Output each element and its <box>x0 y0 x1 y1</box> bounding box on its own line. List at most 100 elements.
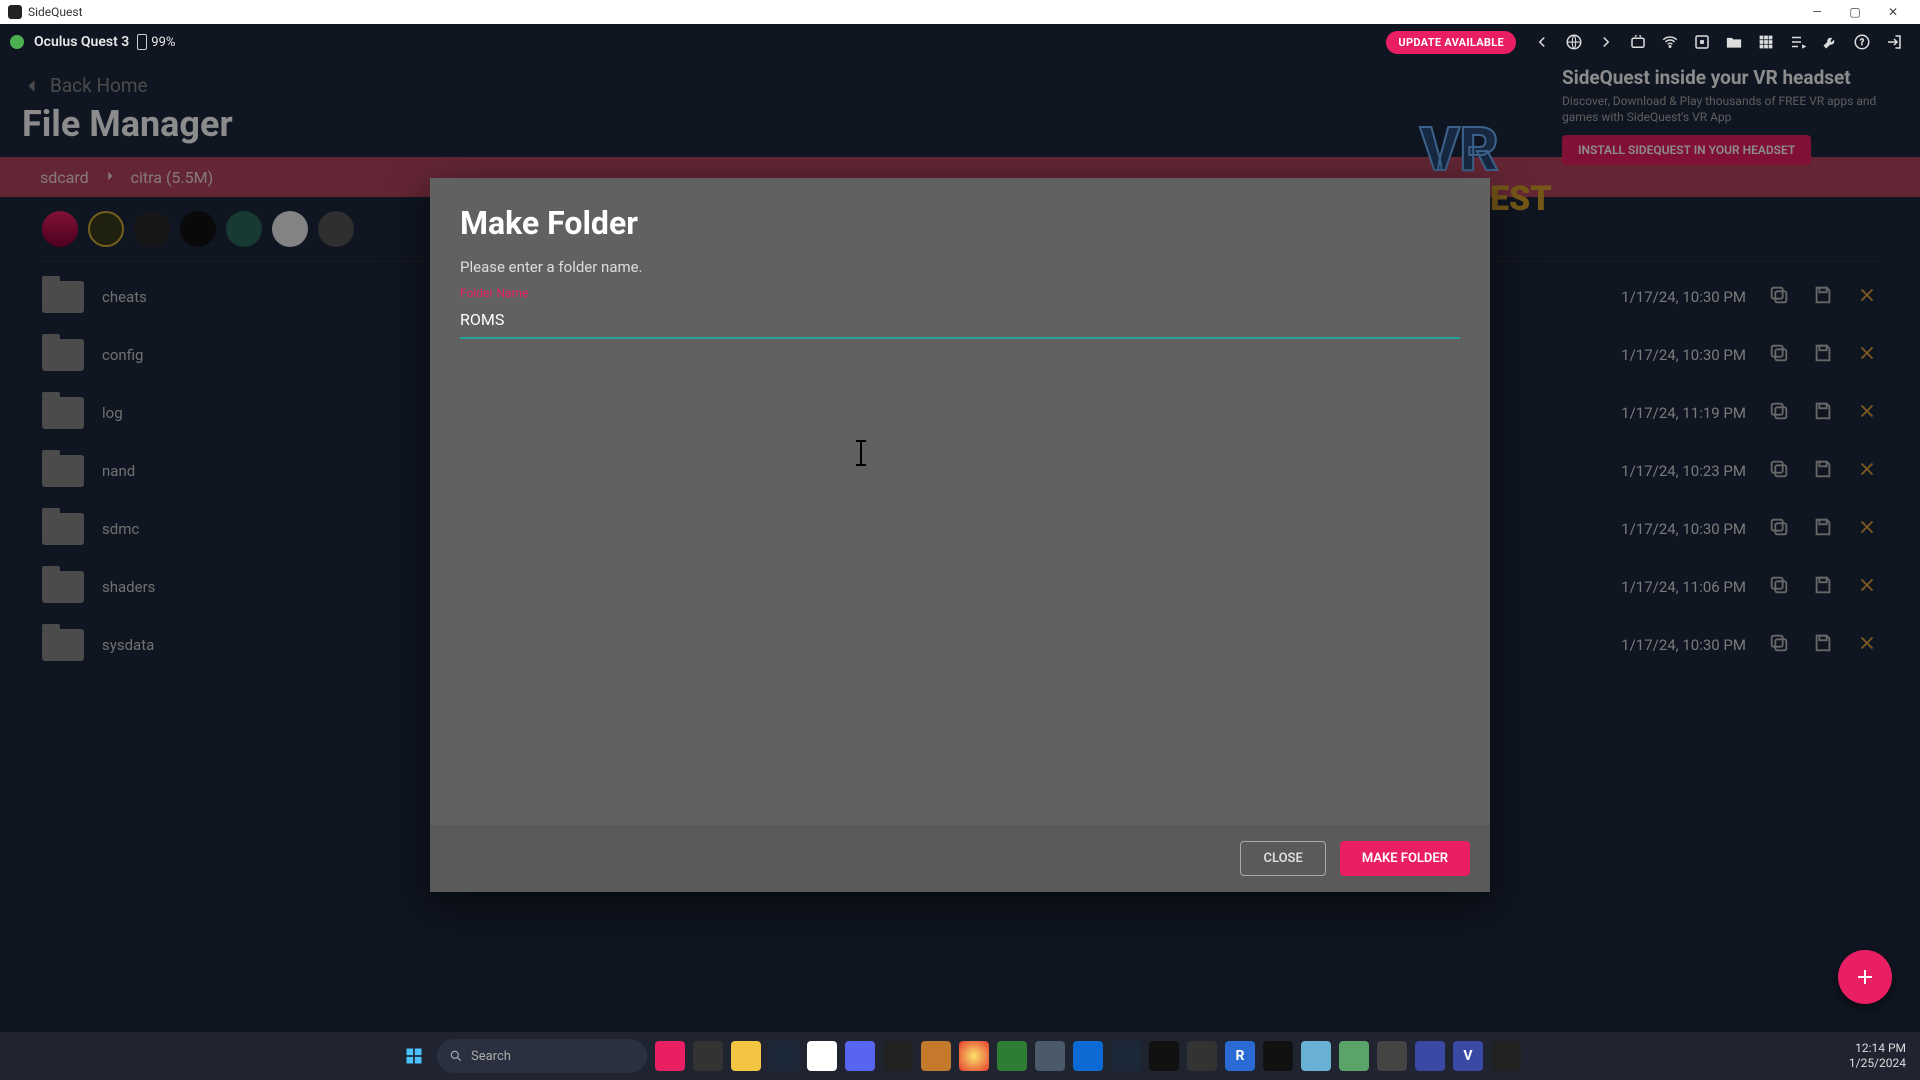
delete-icon[interactable] <box>1856 516 1878 542</box>
folder-icon <box>42 629 84 661</box>
taskbar-app-icon[interactable] <box>1415 1041 1445 1071</box>
battery-percent: 99% <box>151 35 175 50</box>
screenshot-icon[interactable] <box>1688 28 1716 56</box>
search-icon <box>449 1049 463 1063</box>
save-icon[interactable] <box>1812 284 1834 310</box>
save-icon[interactable] <box>1812 458 1834 484</box>
copy-icon[interactable] <box>1768 458 1790 484</box>
save-icon[interactable] <box>1812 632 1834 658</box>
wifi-icon[interactable] <box>1656 28 1684 56</box>
taskbar-app-icon[interactable]: V <box>1453 1041 1483 1071</box>
app-shortcut-icon[interactable] <box>318 211 354 247</box>
app-shortcut-icon[interactable] <box>88 211 124 247</box>
taskbar-app-icon[interactable] <box>845 1041 875 1071</box>
file-date: 1/17/24, 10:30 PM <box>1621 346 1746 364</box>
breadcrumb-current[interactable]: citra (5.5M) <box>131 168 214 187</box>
save-icon[interactable] <box>1812 400 1834 426</box>
app-toolbar: Oculus Quest 3 99% UPDATE AVAILABLE ? <box>0 24 1920 60</box>
delete-icon[interactable] <box>1856 400 1878 426</box>
taskbar-app-icon[interactable] <box>1301 1041 1331 1071</box>
taskbar-app-icon[interactable] <box>769 1041 799 1071</box>
chevron-left-icon <box>22 76 42 96</box>
maximize-button[interactable]: ▢ <box>1836 0 1874 24</box>
taskbar-search-placeholder: Search <box>471 1049 511 1064</box>
close-window-button[interactable]: ✕ <box>1874 0 1912 24</box>
make-folder-button[interactable]: MAKE FOLDER <box>1340 841 1470 876</box>
svg-text:?: ? <box>1860 38 1864 48</box>
close-button[interactable]: CLOSE <box>1240 841 1325 876</box>
taskbar-app-icon[interactable] <box>1263 1041 1293 1071</box>
wrench-icon[interactable] <box>1816 28 1844 56</box>
apps-grid-icon[interactable] <box>1752 28 1780 56</box>
taskbar-app-icon[interactable] <box>921 1041 951 1071</box>
window-title: SideQuest <box>28 5 83 19</box>
copy-icon[interactable] <box>1768 574 1790 600</box>
save-icon[interactable] <box>1812 574 1834 600</box>
system-clock[interactable]: 12:14 PM 1/25/2024 <box>1849 1041 1906 1071</box>
taskbar-app-icon[interactable] <box>1491 1041 1521 1071</box>
taskbar-app-icon[interactable] <box>997 1041 1027 1071</box>
nav-forward-icon[interactable] <box>1592 28 1620 56</box>
playlist-icon[interactable] <box>1784 28 1812 56</box>
breadcrumb-root[interactable]: sdcard <box>40 168 89 187</box>
app-shortcut-icon[interactable] <box>134 211 170 247</box>
plus-icon <box>1853 965 1877 989</box>
file-name: config <box>102 346 402 364</box>
app-shortcut-icon[interactable] <box>226 211 262 247</box>
taskbar-app-icon[interactable] <box>807 1041 837 1071</box>
copy-icon[interactable] <box>1768 516 1790 542</box>
promo-subtitle: Discover, Download & Play thousands of F… <box>1562 93 1902 125</box>
app-logo-icon <box>8 5 22 19</box>
taskbar-app-icon[interactable]: R <box>1225 1041 1255 1071</box>
taskbar-search[interactable]: Search <box>437 1039 647 1073</box>
help-icon[interactable]: ? <box>1848 28 1876 56</box>
minimize-button[interactable]: — <box>1798 0 1836 24</box>
clock-time: 12:14 PM <box>1849 1041 1906 1056</box>
taskbar-app-icon[interactable] <box>959 1041 989 1071</box>
taskbar-app-icon[interactable] <box>1187 1041 1217 1071</box>
save-icon[interactable] <box>1812 516 1834 542</box>
file-date: 1/17/24, 11:19 PM <box>1621 404 1746 422</box>
taskbar-app-icon[interactable] <box>731 1041 761 1071</box>
folder-name-input[interactable] <box>460 304 1460 339</box>
text-cursor-icon <box>860 440 862 466</box>
save-icon[interactable] <box>1812 342 1834 368</box>
taskbar-app-icon[interactable] <box>883 1041 913 1071</box>
nav-back-icon[interactable] <box>1528 28 1556 56</box>
start-button[interactable] <box>399 1041 429 1071</box>
os-titlebar: SideQuest — ▢ ✕ <box>0 0 1920 24</box>
app-shortcut-icon[interactable] <box>42 211 78 247</box>
windows-taskbar: Search R V 12:14 PM 1/25/2024 <box>0 1032 1920 1080</box>
delete-icon[interactable] <box>1856 342 1878 368</box>
taskbar-app-icon[interactable] <box>655 1041 685 1071</box>
taskbar-app-icon[interactable] <box>693 1041 723 1071</box>
copy-icon[interactable] <box>1768 632 1790 658</box>
exit-icon[interactable] <box>1880 28 1908 56</box>
globe-icon[interactable] <box>1560 28 1588 56</box>
svg-text:VR: VR <box>1419 114 1499 185</box>
install-headset-button[interactable]: INSTALL SIDEQUEST IN YOUR HEADSET <box>1562 135 1811 165</box>
taskbar-app-icon[interactable] <box>1339 1041 1369 1071</box>
app-shortcut-icon[interactable] <box>272 211 308 247</box>
stream-icon[interactable] <box>1624 28 1652 56</box>
add-fab-button[interactable] <box>1838 950 1892 1004</box>
app-shortcut-icon[interactable] <box>180 211 216 247</box>
copy-icon[interactable] <box>1768 400 1790 426</box>
taskbar-app-icon[interactable] <box>1377 1041 1407 1071</box>
taskbar-app-icon[interactable] <box>1149 1041 1179 1071</box>
taskbar-app-icon[interactable] <box>1111 1041 1141 1071</box>
file-date: 1/17/24, 10:23 PM <box>1621 462 1746 480</box>
copy-icon[interactable] <box>1768 342 1790 368</box>
copy-icon[interactable] <box>1768 284 1790 310</box>
update-available-button[interactable]: UPDATE AVAILABLE <box>1386 31 1516 54</box>
delete-icon[interactable] <box>1856 458 1878 484</box>
taskbar-app-icon[interactable] <box>1035 1041 1065 1071</box>
taskbar-app-icon[interactable] <box>1073 1041 1103 1071</box>
svg-text:EST: EST <box>1490 179 1552 219</box>
folder-icon[interactable] <box>1720 28 1748 56</box>
file-date: 1/17/24, 10:30 PM <box>1621 636 1746 654</box>
device-name: Oculus Quest 3 <box>34 34 129 50</box>
delete-icon[interactable] <box>1856 284 1878 310</box>
delete-icon[interactable] <box>1856 574 1878 600</box>
delete-icon[interactable] <box>1856 632 1878 658</box>
